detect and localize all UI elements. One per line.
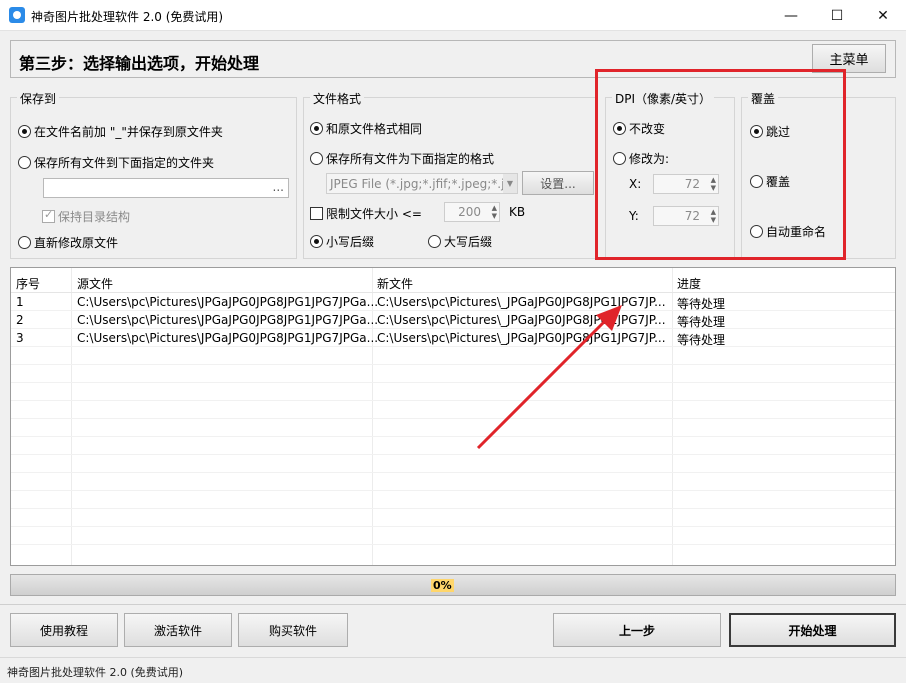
row-index: 1 [16,295,24,309]
close-button[interactable]: ✕ [860,0,906,31]
row-index: 2 [16,313,24,327]
size-limit-stepper[interactable]: 200 ▲ ▼ [444,202,500,222]
column-header-index[interactable]: 序号 [16,275,40,292]
chevron-down-icon[interactable]: ▼ [503,174,517,193]
minimize-button[interactable]: — [768,0,814,31]
tutorial-button[interactable]: 使用教程 [10,613,118,647]
annotation-arrow [476,305,622,450]
size-limit-value: 200 [458,205,481,219]
specified-format-label: 保存所有文件为下面指定的格式 [326,152,495,166]
specified-format-radio[interactable] [310,152,323,165]
save-to-group-title: 保存到 [17,90,60,107]
lowercase-ext-label: 小写后缀 [326,235,375,249]
highlight-box [595,69,846,260]
file-table: 序号 源文件 新文件 进度 1 C:\Users\pc\Pictures\JPG… [10,267,896,566]
row-progress: 等待处理 [677,315,726,329]
same-format-radio[interactable] [310,122,323,135]
file-format-group-title: 文件格式 [310,90,365,107]
same-format-option[interactable]: 和原文件格式相同 [310,120,422,137]
row-divider [11,454,895,455]
row-divider [11,382,895,383]
lowercase-ext-radio[interactable] [310,235,323,248]
column-divider [895,268,896,565]
row-divider [11,400,895,401]
format-settings-button[interactable]: 设置... [522,171,594,195]
row-progress: 等待处理 [677,333,726,347]
file-format-group: 文件格式 和原文件格式相同 保存所有文件为下面指定的格式 JPEG File (… [303,90,598,259]
row-divider [11,490,895,491]
keep-structure-option[interactable]: 保持目录结构 [42,208,130,225]
row-index: 3 [16,331,24,345]
keep-structure-label: 保持目录结构 [58,210,131,224]
progress-label: 0% [431,579,454,592]
format-select-value: JPEG File (*.jpg;*.jfif;*.jpeg;*.j [330,177,505,191]
row-divider [11,436,895,437]
row-divider [11,508,895,509]
row-divider [11,364,895,365]
maximize-button[interactable]: ☐ [814,0,860,31]
table-row[interactable]: 1 C:\Users\pc\Pictures\JPGaJPG0JPG8JPG1J… [11,295,895,313]
window-title: 神奇图片批处理软件 2.0 (免费试用) [31,10,224,24]
uppercase-ext-option[interactable]: 大写后缀 [428,233,492,250]
save-folder-radio[interactable] [18,156,31,169]
status-bar: 神奇图片批处理软件 2.0 (免费试用) [0,657,906,683]
save-prefix-option[interactable]: 在文件名前加 "_"并保存到原文件夹 [18,123,223,140]
row-progress: 等待处理 [677,297,726,311]
limit-size-option[interactable]: 限制文件大小 <= [310,205,422,222]
app-icon [9,7,25,23]
save-to-group: 保存到 在文件名前加 "_"并保存到原文件夹 保存所有文件到下面指定的文件夹 .… [10,90,297,259]
status-text: 神奇图片批处理软件 2.0 (免费试用) [7,666,184,679]
column-header-source[interactable]: 源文件 [77,275,113,292]
buy-button[interactable]: 购买软件 [238,613,348,647]
uppercase-ext-radio[interactable] [428,235,441,248]
limit-size-checkbox[interactable] [310,207,323,220]
keep-structure-checkbox[interactable] [42,208,55,223]
activate-button[interactable]: 激活软件 [124,613,232,647]
row-source: C:\Users\pc\Pictures\JPGaJPG0JPG8JPG1JPG… [77,295,379,309]
table-row[interactable]: 2 C:\Users\pc\Pictures\JPGaJPG0JPG8JPG1J… [11,313,895,331]
format-select[interactable]: JPEG File (*.jpg;*.jfif;*.jpeg;*.j ▼ [326,173,518,194]
save-folder-option[interactable]: 保存所有文件到下面指定的文件夹 [18,154,214,171]
column-header-progress[interactable]: 进度 [677,275,701,292]
row-source: C:\Users\pc\Pictures\JPGaJPG0JPG8JPG1JPG… [77,313,379,327]
modify-original-radio[interactable] [18,236,31,249]
save-prefix-radio[interactable] [18,125,31,138]
annotation-arrow-line [476,314,612,450]
limit-size-label: 限制文件大小 <= [326,207,422,221]
row-divider [11,472,895,473]
same-format-label: 和原文件格式相同 [326,122,423,136]
row-divider [11,526,895,527]
browse-button[interactable]: ... [273,180,284,194]
row-divider [11,544,895,545]
specified-format-option[interactable]: 保存所有文件为下面指定的格式 [310,150,494,167]
prev-step-button[interactable]: 上一步 [553,613,721,647]
step-title: 第三步：选择输出选项，开始处理 [19,54,260,73]
save-prefix-label: 在文件名前加 "_"并保存到原文件夹 [34,125,223,139]
save-folder-label: 保存所有文件到下面指定的文件夹 [34,156,215,170]
lowercase-ext-option[interactable]: 小写后缀 [310,233,374,250]
header-divider [11,292,895,293]
row-source: C:\Users\pc\Pictures\JPGaJPG0JPG8JPG1JPG… [77,331,379,345]
size-unit-label: KB [509,205,526,219]
row-divider [11,418,895,419]
start-processing-button[interactable]: 开始处理 [729,613,896,647]
folder-path-input[interactable]: ... [43,178,289,198]
stepper-arrows-icon[interactable]: ▲ ▼ [492,204,497,220]
uppercase-ext-label: 大写后缀 [444,235,493,249]
table-row[interactable]: 3 C:\Users\pc\Pictures\JPGaJPG0JPG8JPG1J… [11,331,895,349]
modify-original-label: 直新修改原文件 [34,236,119,250]
modify-original-option[interactable]: 直新修改原文件 [18,234,118,251]
divider [0,604,906,605]
title-bar: 神奇图片批处理软件 2.0 (免费试用) — ☐ ✕ [0,0,906,31]
column-header-target[interactable]: 新文件 [377,275,413,292]
